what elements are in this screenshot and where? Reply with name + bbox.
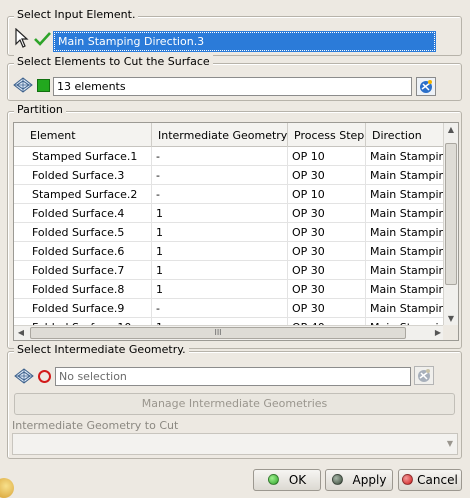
cut-elements-field[interactable]: 13 elements	[53, 77, 412, 96]
combo-dropdown-arrow-icon[interactable]: ▼	[447, 439, 453, 448]
cell-element: Folded Surface.9	[28, 299, 152, 318]
table-header: Element Intermediate Geometry Process St…	[14, 123, 458, 147]
window-corner-orb-icon	[0, 478, 14, 498]
cell-process-step: OP 30	[288, 223, 366, 242]
cell-direction: Main Stamping D	[366, 261, 446, 280]
cell-element: Folded Surface.8	[28, 280, 152, 299]
cell-element: Stamped Surface.2	[28, 185, 152, 204]
partition-table: Element Intermediate Geometry Process St…	[13, 122, 459, 341]
cell-intermediate-geometry: 1	[152, 204, 288, 223]
column-header-intermediate-geometry[interactable]: Intermediate Geometry	[152, 123, 288, 147]
cancel-button[interactable]: Cancel	[398, 469, 462, 491]
multi-selection-icon[interactable]	[13, 76, 33, 97]
cell-direction: Main Stamping D	[366, 166, 446, 185]
empty-selection-circle-icon	[38, 370, 51, 383]
list-edit-icon[interactable]	[416, 77, 436, 96]
table-row[interactable]: Folded Surface.9-OP 30Main Stamping D	[14, 299, 446, 318]
cell-process-step: OP 30	[288, 280, 366, 299]
cell-element: Stamped Surface.1	[28, 147, 152, 166]
cell-direction: Main Stamping D	[366, 147, 446, 166]
checkmark-icon	[34, 31, 51, 49]
column-header-process-step[interactable]: Process Step	[288, 123, 366, 147]
table-row[interactable]: Folded Surface.81OP 30Main Stamping D	[14, 280, 446, 299]
manage-intermediate-geometries-button[interactable]: Manage Intermediate Geometries	[14, 393, 455, 415]
vertical-scroll-thumb[interactable]	[445, 143, 457, 285]
green-square-icon	[37, 79, 50, 92]
cell-intermediate-geometry: -	[152, 147, 288, 166]
cell-element: Folded Surface.3	[28, 166, 152, 185]
table-row[interactable]: Folded Surface.71OP 30Main Stamping D	[14, 261, 446, 280]
ok-button[interactable]: OK	[253, 469, 321, 491]
partition-title: Partition	[14, 103, 66, 116]
input-element-field[interactable]: Main Stamping Direction.3	[53, 31, 436, 52]
cell-process-step: OP 30	[288, 166, 366, 185]
table-row[interactable]: Stamped Surface.2-OP 10Main Stamping D	[14, 185, 446, 204]
apply-status-icon	[331, 474, 343, 485]
scroll-up-arrow-icon[interactable]: ▲	[444, 123, 458, 137]
scroll-left-arrow-icon[interactable]: ◀	[14, 326, 28, 340]
cancel-status-icon	[402, 474, 414, 485]
cell-intermediate-geometry: -	[152, 166, 288, 185]
intermediate-geometry-field[interactable]: No selection	[55, 367, 411, 386]
apply-button[interactable]: Apply	[325, 469, 393, 491]
table-row[interactable]: Folded Surface.61OP 30Main Stamping D	[14, 242, 446, 261]
intermediate-geometry-title: Select Intermediate Geometry.	[14, 343, 189, 356]
column-header-element[interactable]: Element	[14, 123, 152, 147]
cell-direction: Main Stamping D	[366, 280, 446, 299]
cell-intermediate-geometry: -	[152, 185, 288, 204]
cut-elements-title: Select Elements to Cut the Surface	[14, 55, 213, 68]
cell-direction: Main Stamping D	[366, 242, 446, 261]
cell-process-step: OP 10	[288, 147, 366, 166]
input-element-title: Select Input Element.	[14, 8, 139, 21]
cell-direction: Main Stamping D	[366, 223, 446, 242]
table-row[interactable]: Stamped Surface.1-OP 10Main Stamping D	[14, 147, 446, 166]
multi-selection-icon[interactable]	[14, 367, 34, 388]
table-body: Stamped Surface.1-OP 10Main Stamping DFo…	[14, 147, 446, 337]
cancel-button-label: Cancel	[417, 473, 458, 487]
cell-intermediate-geometry: 1	[152, 280, 288, 299]
cell-element: Folded Surface.6	[28, 242, 152, 261]
vertical-scrollbar[interactable]: ▲ ▼	[443, 123, 458, 326]
intermediate-geometry-to-cut-label: Intermediate Geometry to Cut	[12, 419, 179, 432]
cell-intermediate-geometry: 1	[152, 242, 288, 261]
cell-process-step: OP 30	[288, 242, 366, 261]
cell-process-step: OP 30	[288, 204, 366, 223]
scrollbar-corner	[443, 325, 458, 340]
cell-element: Folded Surface.5	[28, 223, 152, 242]
horizontal-scroll-thumb[interactable]: III	[30, 327, 406, 339]
table-row[interactable]: Folded Surface.41OP 30Main Stamping D	[14, 204, 446, 223]
cell-intermediate-geometry: 1	[152, 261, 288, 280]
cell-intermediate-geometry: -	[152, 299, 288, 318]
cell-element: Folded Surface.7	[28, 261, 152, 280]
cell-direction: Main Stamping D	[366, 299, 446, 318]
cursor-arrow-icon	[14, 27, 30, 51]
cell-direction: Main Stamping D	[366, 185, 446, 204]
list-edit-icon-disabled	[414, 366, 434, 385]
cell-element: Folded Surface.4	[28, 204, 152, 223]
cell-process-step: OP 30	[288, 299, 366, 318]
table-row[interactable]: Folded Surface.3-OP 30Main Stamping D	[14, 166, 446, 185]
cell-process-step: OP 10	[288, 185, 366, 204]
table-row[interactable]: Folded Surface.51OP 30Main Stamping D	[14, 223, 446, 242]
ok-button-label: OK	[288, 473, 307, 487]
apply-button-label: Apply	[352, 473, 387, 487]
scroll-down-arrow-icon[interactable]: ▼	[444, 312, 458, 326]
cell-intermediate-geometry: 1	[152, 223, 288, 242]
ok-status-icon	[267, 474, 279, 485]
cell-direction: Main Stamping D	[366, 204, 446, 223]
horizontal-scrollbar[interactable]: ◀ III ▶	[14, 325, 445, 340]
intermediate-geometry-to-cut-combo[interactable]: ▼	[12, 433, 458, 455]
cell-process-step: OP 30	[288, 261, 366, 280]
